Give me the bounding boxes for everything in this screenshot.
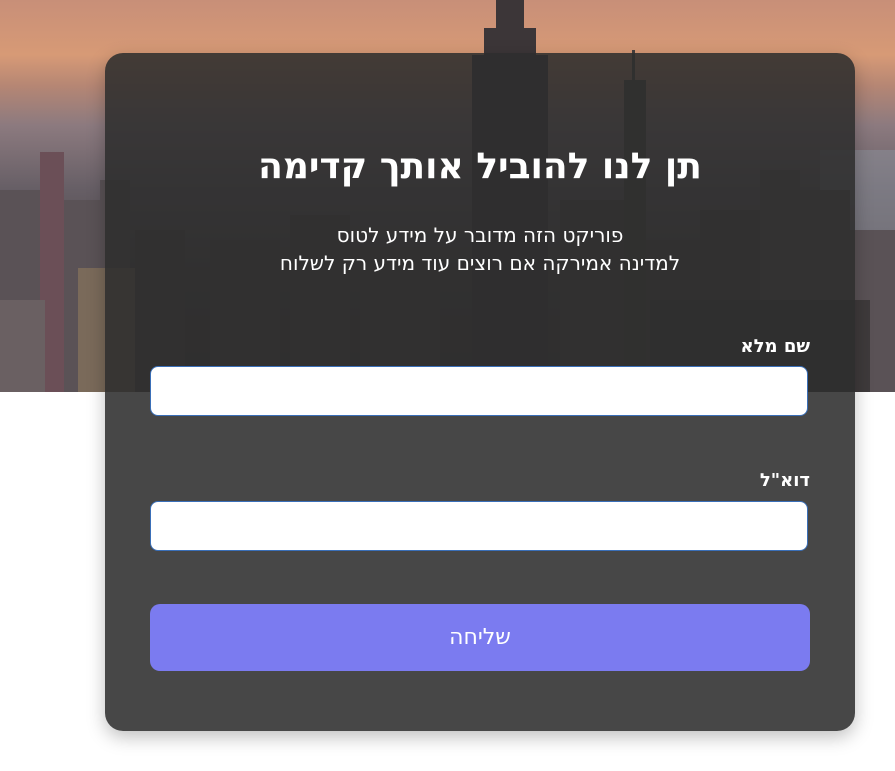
subtitle-line-2: למדינה אמירקה אם רוצים עוד מידע רק לשלוח: [279, 251, 681, 275]
full-name-label: שם מלא: [740, 336, 810, 357]
form-subtitle: פוריקט הזה מדובר על מידע לטוס למדינה אמי…: [105, 221, 855, 277]
full-name-input[interactable]: [150, 366, 808, 416]
email-label: דוא"ל: [759, 470, 810, 491]
submit-button[interactable]: שליחה: [150, 604, 810, 671]
contact-form-card: תן לנו להוביל אותך קדימה פוריקט הזה מדוב…: [105, 53, 855, 731]
email-input[interactable]: [150, 501, 808, 551]
subtitle-line-1: פוריקט הזה מדובר על מידע לטוס: [336, 223, 624, 247]
form-title: תן לנו להוביל אותך קדימה: [258, 146, 702, 187]
